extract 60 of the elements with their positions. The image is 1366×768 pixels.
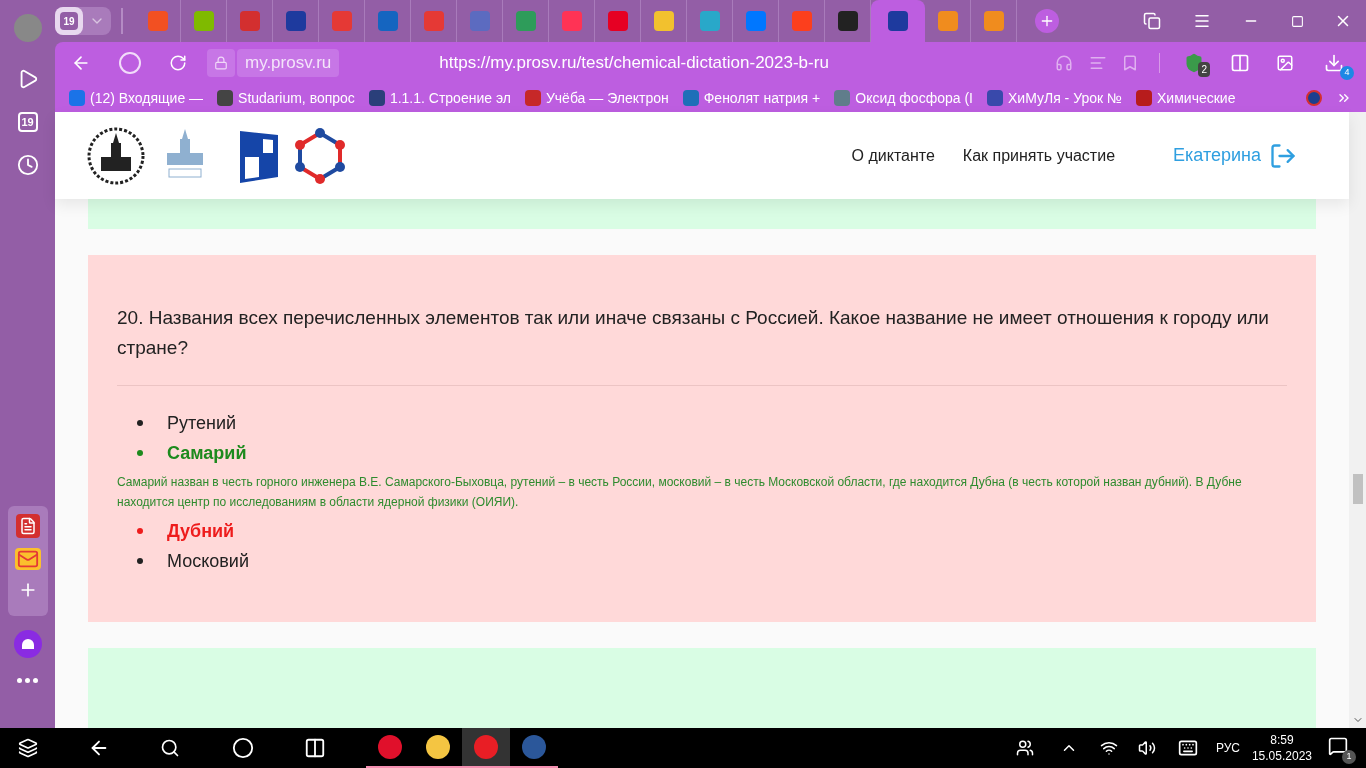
document-icon[interactable] xyxy=(15,514,40,538)
clock[interactable]: 8:59 15.05.2023 xyxy=(1251,732,1312,764)
site-chip[interactable]: my.prosv.ru xyxy=(237,49,340,77)
image-button[interactable] xyxy=(1276,53,1294,73)
reload-icon[interactable] xyxy=(169,54,187,72)
flag-icon[interactable] xyxy=(1306,90,1322,106)
bookmark-item[interactable]: Studarium, вопрос xyxy=(217,87,355,109)
bookmark-icon[interactable] xyxy=(1121,54,1139,72)
menu-icon[interactable] xyxy=(1193,12,1211,30)
bookmark-item[interactable]: Оксид фосфора (I xyxy=(834,87,973,109)
lock-icon-button[interactable] xyxy=(207,49,235,77)
date-text: 15.05.2023 xyxy=(1251,748,1312,764)
volume-icon[interactable] xyxy=(1137,739,1156,757)
people-icon[interactable] xyxy=(1015,739,1034,757)
wifi-icon[interactable] xyxy=(1099,739,1118,757)
language-indicator[interactable]: РУС xyxy=(1215,739,1240,757)
search-icon[interactable] xyxy=(160,738,180,758)
bookmark-item[interactable]: (12) Входящие — xyxy=(69,87,204,109)
tab-count: 19 xyxy=(60,12,78,30)
bookmark-item[interactable]: Фенолят натрия + xyxy=(682,87,821,109)
mail-icon[interactable] xyxy=(14,548,41,570)
reader-icon[interactable] xyxy=(1089,54,1107,72)
bookmark-item[interactable]: 1.1.1. Строение эл xyxy=(368,87,511,109)
time-text: 8:59 xyxy=(1270,732,1294,748)
bookmark-item[interactable]: ХиМуЛя - Урок № xyxy=(986,87,1123,109)
lock-icon xyxy=(214,56,228,70)
explanation-text: Самарий назван в честь горного инженера В.Е. Самарского-Быховца, рутений – в честь России, московий – в честь Московской области, где находится Дубна (в честь которой назван дубний). В Дубне находится центр по исследованиям в области ядерной физики (ОИЯИ). xyxy=(117,474,1243,511)
collections-icon[interactable] xyxy=(1143,12,1161,30)
hexagon-logo-icon xyxy=(293,126,347,185)
restore-icon[interactable] xyxy=(1291,14,1304,28)
bookmark-item[interactable]: Учёба — Электрон xyxy=(524,87,669,109)
more-icon[interactable] xyxy=(17,678,38,683)
option-text: Самарий xyxy=(167,441,247,465)
option-text: Московий xyxy=(167,549,249,573)
downloads-count: 4 xyxy=(1340,66,1354,80)
new-tab-button[interactable] xyxy=(1035,9,1059,33)
bookmark-item[interactable]: Химические xyxy=(1136,87,1236,109)
nav-link[interactable]: Как принять участие xyxy=(962,143,1116,168)
notifications-button[interactable]: 1 xyxy=(1326,732,1356,764)
browser-tab[interactable] xyxy=(871,0,925,42)
option-text: Рутений xyxy=(167,411,237,435)
scrollbar-thumb[interactable] xyxy=(1352,474,1363,504)
headphones-icon[interactable] xyxy=(1055,54,1073,72)
question-text: 20. Названия всех перечисленных элементов так или иначе связаны с Россией. Какое название не имеет отношения к городу или стране? xyxy=(117,306,1270,360)
option-text: Дубний xyxy=(167,519,235,543)
nav-link[interactable]: О диктанте xyxy=(851,143,935,168)
calendar-badge[interactable]: 19 xyxy=(17,112,38,132)
address-field[interactable]: https://my.prosv.ru/test/chemical-dictation-2023-b-ru xyxy=(439,50,829,76)
scrollbar[interactable] xyxy=(1349,112,1366,728)
protect-button[interactable]: 2 xyxy=(1180,51,1208,75)
logout-icon[interactable] xyxy=(1269,141,1297,170)
university-emblem-icon xyxy=(87,126,145,185)
plus-icon xyxy=(1039,13,1055,29)
assistant-icon[interactable] xyxy=(13,630,42,658)
clock-icon[interactable] xyxy=(16,154,39,176)
user-link[interactable]: Екатерина xyxy=(1173,142,1261,169)
protect-count: 2 xyxy=(1198,62,1210,77)
notification-count: 1 xyxy=(1342,750,1356,764)
tab-group[interactable]: 19 xyxy=(55,7,111,35)
taskbar-app[interactable] xyxy=(462,728,510,768)
